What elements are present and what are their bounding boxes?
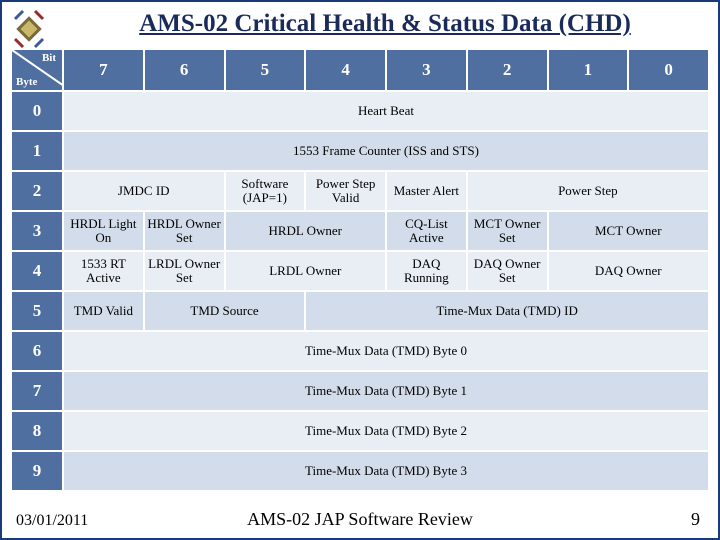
footer-date: 03/01/2011 (16, 512, 88, 530)
cell-daq-owner-set: DAQ Owner Set (467, 251, 548, 291)
cell-daq-owner: DAQ Owner (548, 251, 710, 291)
cell-power-step-valid: Power Step Valid (305, 171, 386, 211)
cell-hrdl-owner-set: HRDL Owner Set (144, 211, 225, 251)
byte-label: Byte (16, 76, 37, 88)
page-title: AMS-02 Critical Health & Status Data (CH… (52, 10, 718, 38)
footer-title: AMS-02 JAP Software Review (2, 509, 718, 530)
row-index: 4 (11, 251, 63, 291)
table-row: 8 Time-Mux Data (TMD) Byte 2 (11, 411, 709, 451)
cell-tmd-byte2: Time-Mux Data (TMD) Byte 2 (63, 411, 709, 451)
header-row: Bit Byte 7 6 5 4 3 2 1 0 (11, 49, 709, 91)
table-row: 5 TMD Valid TMD Source Time-Mux Data (TM… (11, 291, 709, 331)
row-index: 3 (11, 211, 63, 251)
cell-heartbeat: Heart Beat (63, 91, 709, 131)
cell-tmd-id: Time-Mux Data (TMD) ID (305, 291, 709, 331)
row-index: 5 (11, 291, 63, 331)
table-row: 3 HRDL Light On HRDL Owner Set HRDL Owne… (11, 211, 709, 251)
row-index: 8 (11, 411, 63, 451)
row-index: 1 (11, 131, 63, 171)
cell-1533-rt-active: 1533 RT Active (63, 251, 144, 291)
col-2: 2 (467, 49, 548, 91)
cell-lrdl-owner-set: LRDL Owner Set (144, 251, 225, 291)
col-1: 1 (548, 49, 629, 91)
col-3: 3 (386, 49, 467, 91)
col-5: 5 (225, 49, 306, 91)
table-row: 9 Time-Mux Data (TMD) Byte 3 (11, 451, 709, 491)
cell-lrdl-owner: LRDL Owner (225, 251, 387, 291)
cell-hrdl-light-on: HRDL Light On (63, 211, 144, 251)
row-index: 7 (11, 371, 63, 411)
table-row: 2 JMDC ID Software (JAP=1) Power Step Va… (11, 171, 709, 211)
col-7: 7 (63, 49, 144, 91)
bit-label: Bit (42, 52, 56, 64)
table-row: 4 1533 RT Active LRDL Owner Set LRDL Own… (11, 251, 709, 291)
cell-software: Software (JAP=1) (225, 171, 306, 211)
table-row: 6 Time-Mux Data (TMD) Byte 0 (11, 331, 709, 371)
cell-mct-owner-set: MCT Owner Set (467, 211, 548, 251)
footer: 03/01/2011 AMS-02 JAP Software Review 9 (2, 509, 718, 530)
row-index: 2 (11, 171, 63, 211)
cell-tmd-source: TMD Source (144, 291, 306, 331)
cell-frame-counter: 1553 Frame Counter (ISS and STS) (63, 131, 709, 171)
table-row: 7 Time-Mux Data (TMD) Byte 1 (11, 371, 709, 411)
row-index: 9 (11, 451, 63, 491)
table-row: 1 1553 Frame Counter (ISS and STS) (11, 131, 709, 171)
corner-header: Bit Byte (11, 49, 63, 91)
cell-cq-list-active: CQ-List Active (386, 211, 467, 251)
cell-daq-running: DAQ Running (386, 251, 467, 291)
chd-table: Bit Byte 7 6 5 4 3 2 1 0 0 Heart Beat 1 … (10, 48, 710, 492)
row-index: 0 (11, 91, 63, 131)
row-index: 6 (11, 331, 63, 371)
col-0: 0 (628, 49, 709, 91)
cell-tmd-byte1: Time-Mux Data (TMD) Byte 1 (63, 371, 709, 411)
cell-tmd-byte0: Time-Mux Data (TMD) Byte 0 (63, 331, 709, 371)
logo-icon (8, 8, 50, 50)
footer-page: 9 (691, 509, 700, 530)
cell-master-alert: Master Alert (386, 171, 467, 211)
cell-mct-owner: MCT Owner (548, 211, 710, 251)
cell-tmd-valid: TMD Valid (63, 291, 144, 331)
cell-power-step: Power Step (467, 171, 709, 211)
cell-jmdc-id: JMDC ID (63, 171, 225, 211)
col-4: 4 (305, 49, 386, 91)
table-row: 0 Heart Beat (11, 91, 709, 131)
cell-hrdl-owner: HRDL Owner (225, 211, 387, 251)
col-6: 6 (144, 49, 225, 91)
cell-tmd-byte3: Time-Mux Data (TMD) Byte 3 (63, 451, 709, 491)
